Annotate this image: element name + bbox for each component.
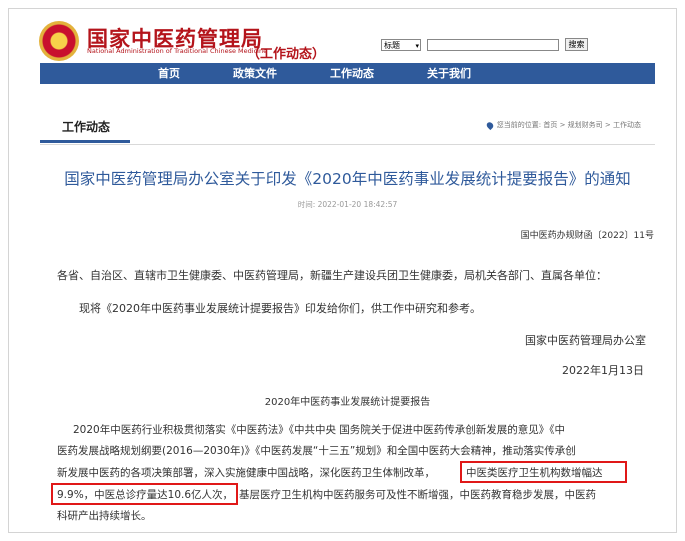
nav-item-work-news[interactable]: 工作动态 (330, 63, 374, 84)
search-button[interactable]: 搜索 (565, 38, 588, 51)
breadcrumb-path[interactable]: 您当前的位置: 首页 > 规划财务司 > 工作动态 (485, 120, 641, 130)
location-pin-icon (485, 120, 495, 130)
body-line-3: 新发展中医药的各项决策部署，深入实施健康中国战略，深化医药卫生体制改革， (57, 467, 435, 479)
highlight-box-2 (51, 483, 238, 505)
search-input[interactable] (427, 39, 559, 51)
search-field-value: 标题 (384, 41, 400, 50)
breadcrumb-path-text: 您当前的位置: 首页 > 规划财务司 > 工作动态 (496, 121, 641, 129)
issuer: 国家中医药管理局办公室 (525, 334, 646, 347)
chevron-down-icon: ▾ (415, 42, 419, 50)
article-title: 国家中医药管理局办公室关于印发《2020年中医药事业发展统计提要报告》的通知 (64, 170, 631, 188)
issue-date: 2022年1月13日 (562, 364, 644, 377)
main-nav: 首页 政策文件 工作动态 关于我们 (40, 63, 655, 84)
national-emblem-icon (39, 21, 79, 61)
article-time: 时间: 2022-01-20 18:42:57 (297, 200, 398, 209)
recipients: 各省、自治区、直辖市卫生健康委、中医药管理局，新疆生产建设兵团卫生健康委，局机关… (57, 269, 607, 282)
body-line-1: 2020年中医药行业积极贯彻落实《中医药法》《中共中央 国务院关于促进中医药传承… (73, 424, 566, 436)
site-header: 国家中医药管理局 National Administration of Trad… (9, 9, 676, 71)
site-subtitle: National Administration of Traditional C… (87, 47, 268, 55)
body-line-4: 基层医疗卫生机构中医药服务可及性不断增强，中医药教育稳步发展，中医药 (239, 489, 596, 501)
highlight-box-1 (460, 461, 627, 483)
section-heading-underline (40, 140, 130, 143)
breadcrumb: 工作动态 您当前的位置: 首页 > 规划财务司 > 工作动态 (40, 104, 655, 145)
nav-item-home[interactable]: 首页 (158, 63, 180, 84)
paragraph-intro: 现将《2020年中医药事业发展统计提要报告》印发给你们，供工作中研究和参考。 (79, 302, 481, 315)
report-title: 2020年中医药事业发展统计提要报告 (264, 397, 431, 408)
body-line-2: 医药发展战略规划纲要(2016—2030年)》《中医药发展“十三五”规划》和全国… (57, 445, 576, 457)
body-line-5: 科研产出持续增长。 (57, 510, 152, 522)
document-number: 国中医药办规财函〔2022〕11号 (520, 231, 654, 241)
search-field-select[interactable]: 标题 ▾ (381, 39, 421, 51)
section-tag: （工作动态） (247, 47, 326, 62)
section-heading: 工作动态 (62, 120, 111, 134)
nav-item-about[interactable]: 关于我们 (427, 63, 471, 84)
nav-item-policy[interactable]: 政策文件 (233, 63, 277, 84)
